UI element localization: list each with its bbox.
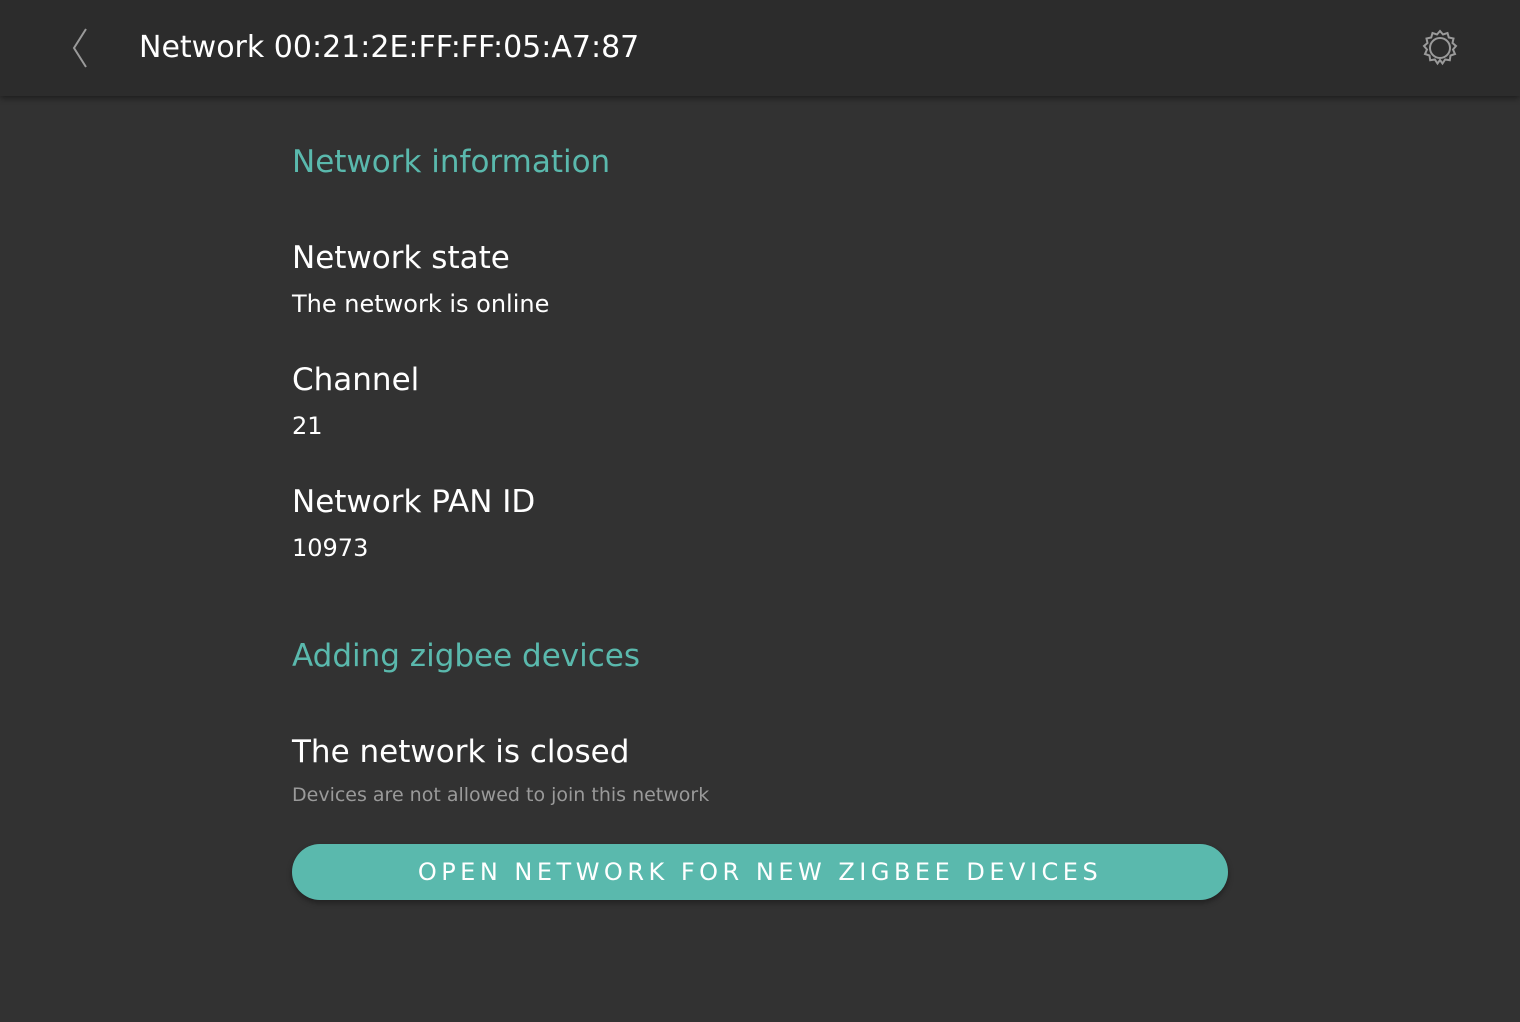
back-button[interactable] bbox=[56, 24, 104, 72]
chevron-left-icon bbox=[72, 28, 87, 68]
section-header-network-information: Network information bbox=[292, 144, 611, 180]
settings-button[interactable] bbox=[1416, 24, 1464, 72]
pan-id-label: Network PAN ID bbox=[292, 484, 536, 520]
channel-label: Channel bbox=[292, 362, 420, 398]
network-closed-title: The network is closed bbox=[292, 734, 630, 770]
pan-id-value: 10973 bbox=[292, 534, 369, 562]
open-network-button[interactable]: OPEN NETWORK FOR NEW ZIGBEE DEVICES bbox=[292, 844, 1228, 900]
channel-value: 21 bbox=[292, 412, 323, 440]
network-state-value: The network is online bbox=[292, 290, 550, 318]
section-header-adding-devices: Adding zigbee devices bbox=[292, 638, 641, 674]
network-closed-subtitle: Devices are not allowed to join this net… bbox=[292, 784, 710, 806]
top-app-bar: Network 00:21:2E:FF:FF:05:A7:87 bbox=[0, 0, 1520, 96]
gear-icon bbox=[1422, 29, 1458, 66]
network-state-label: Network state bbox=[292, 240, 510, 276]
page-title: Network 00:21:2E:FF:FF:05:A7:87 bbox=[139, 30, 640, 65]
